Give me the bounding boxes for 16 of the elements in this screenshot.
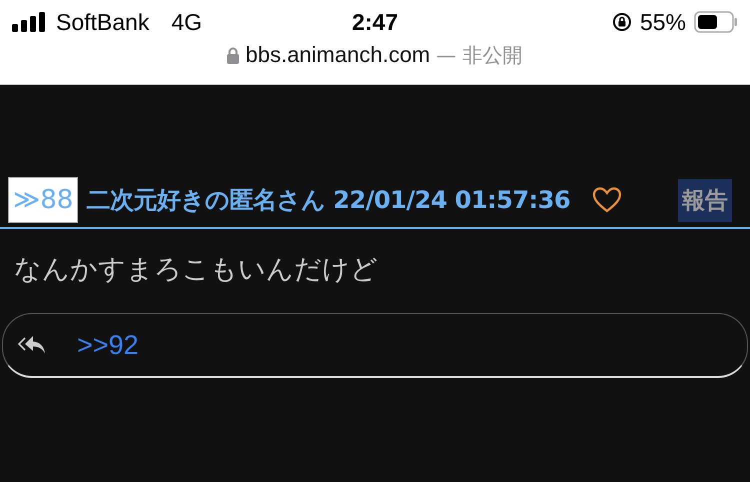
- url-domain[interactable]: bbs.animanch.com: [245, 42, 430, 68]
- privacy-label: — 非公開: [436, 42, 522, 68]
- network-type: 4G: [171, 8, 202, 36]
- reply-icon: [17, 334, 47, 356]
- rotation-lock-icon: [612, 12, 632, 32]
- battery-icon: [694, 11, 738, 33]
- heart-icon[interactable]: [592, 186, 622, 214]
- signal-icon: [12, 12, 48, 32]
- carrier-name: SoftBank: [56, 8, 150, 36]
- battery-percent: 55%: [640, 8, 686, 36]
- lock-icon: [227, 46, 240, 64]
- report-button[interactable]: 報告: [678, 178, 732, 222]
- clock-time: 2:47: [352, 8, 398, 36]
- post-body: なんかすまろこもいんだけど: [13, 253, 379, 287]
- post-author-date: 二次元好きの匿名さん 22/01/24 01:57:36: [86, 185, 570, 216]
- reply-link[interactable]: >>92: [77, 330, 139, 360]
